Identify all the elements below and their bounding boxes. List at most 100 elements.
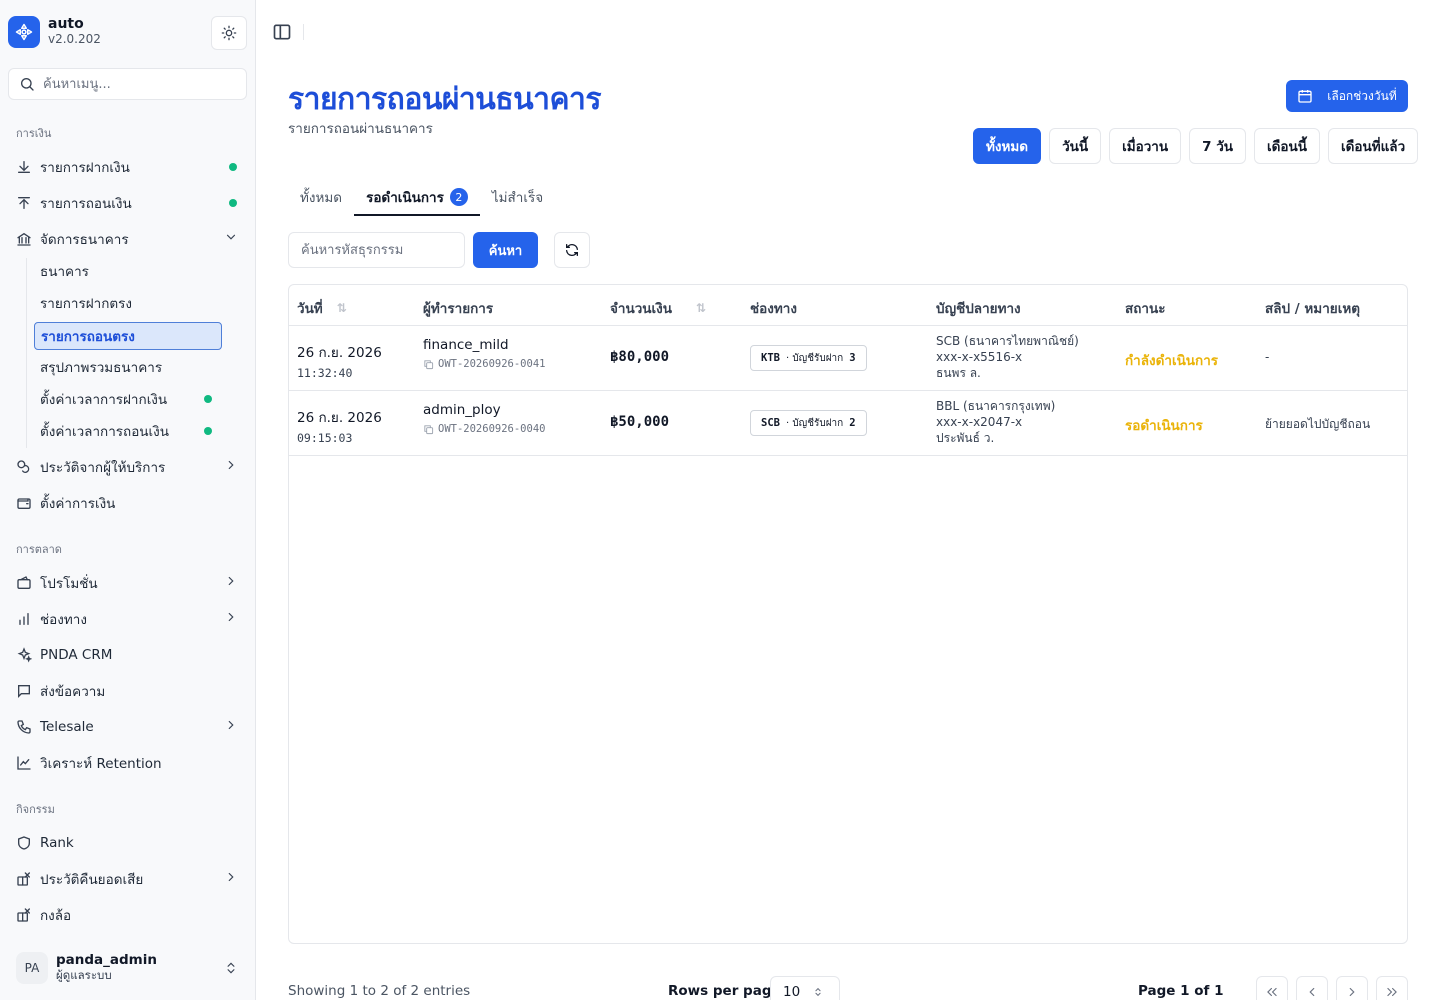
chevrons-left-icon: [1267, 987, 1277, 997]
column-destination: บัญชีปลายทาง: [936, 301, 1021, 317]
row-ref-text: OWT-20260926-0041: [438, 358, 546, 370]
row-time: 09:15:03: [297, 431, 353, 445]
sun-icon: [221, 25, 237, 41]
online-status-dot: [229, 199, 237, 207]
row-amount: ฿50,000: [610, 414, 670, 430]
sidebar-item-cashback-history[interactable]: ประวัติคืนยอดเสีย: [8, 863, 248, 895]
filter-all-button[interactable]: ทั้งหมด: [973, 128, 1042, 164]
row-maker: finance_mild: [423, 337, 509, 353]
tab-failed[interactable]: ไม่สำเร็จ: [480, 180, 555, 214]
menu-search[interactable]: [8, 68, 247, 100]
sidebar-item-label: ช่องทาง: [40, 612, 87, 628]
tab-all[interactable]: ทั้งหมด: [288, 180, 354, 214]
next-page-button[interactable]: [1336, 976, 1368, 1000]
theme-toggle-button[interactable]: [211, 16, 247, 50]
last-page-button[interactable]: [1376, 976, 1408, 1000]
filter-last-month-button[interactable]: เดือนที่แล้ว: [1327, 128, 1419, 164]
app-logo-icon: [8, 16, 40, 48]
dest-account: xxx-x-x2047-x: [936, 415, 1023, 429]
channel-bank: KTB: [761, 352, 780, 364]
sidebar-subitem-deposit-time-settings[interactable]: ตั้งค่าเวลาการฝากเงิน: [34, 385, 222, 413]
sidebar-subitem-direct-deposits[interactable]: รายการฝากตรง: [34, 289, 222, 317]
sort-icon: ⇅: [336, 301, 347, 315]
column-note: สลิป / หมายเหตุ: [1265, 301, 1360, 317]
filter-today-button[interactable]: วันนี้: [1049, 128, 1102, 164]
sidebar-item-pnda-crm[interactable]: PNDA CRM: [8, 639, 248, 671]
sidebar-subitem-banks[interactable]: ธนาคาร: [34, 257, 222, 285]
wallet-icon: [16, 495, 32, 511]
filter-this-month-button[interactable]: เดือนนี้: [1254, 128, 1320, 164]
sidebar-item-deposits[interactable]: รายการฝากเงิน: [8, 151, 248, 183]
app-version: v2.0.202: [48, 32, 101, 46]
column-label: วันที่: [297, 301, 323, 317]
prev-page-button[interactable]: [1296, 976, 1328, 1000]
download-icon: [16, 159, 32, 175]
filter-7days-button[interactable]: 7 วัน: [1189, 128, 1247, 164]
status-badge: กำลังดำเนินการ: [1125, 353, 1219, 369]
row-date: 26 ก.ย. 2026: [297, 345, 382, 361]
chevron-left-icon: [1309, 987, 1315, 997]
refresh-button[interactable]: [554, 232, 590, 268]
sidebar-item-messages[interactable]: ส่งข้อความ: [8, 675, 248, 707]
sidebar-item-finance-settings[interactable]: ตั้งค่าการเงิน: [8, 487, 248, 519]
page-title: รายการถอนผ่านธนาคาร: [288, 82, 601, 117]
sidebar-item-channels[interactable]: ช่องทาง: [8, 603, 248, 635]
tab-pending[interactable]: รอดำเนินการ 2: [354, 180, 480, 216]
sidebar-item-wheel[interactable]: กงล้อ: [8, 899, 248, 931]
column-status: สถานะ: [1125, 301, 1166, 317]
sidebar-toggle-button[interactable]: [272, 22, 292, 42]
search-button[interactable]: ค้นหา: [473, 232, 538, 268]
sidebar-item-label: ตั้งค่าการเงิน: [40, 496, 116, 512]
phone-icon: [16, 719, 32, 735]
date-range-button[interactable]: เลือกช่วงวันที่: [1286, 80, 1408, 112]
column-date[interactable]: วันที่ ⇅: [297, 297, 347, 319]
status-tabs: ทั้งหมด รอดำเนินการ 2 ไม่สำเร็จ: [288, 180, 555, 216]
sidebar-item-provider-history[interactable]: ประวัติจากผู้ให้บริการ: [8, 451, 248, 483]
panel-left-icon: [273, 24, 291, 40]
sidebar-subitem-direct-withdrawals[interactable]: รายการถอนตรง: [34, 322, 222, 350]
row-maker: admin_ploy: [423, 402, 501, 418]
calendar-icon: [1297, 88, 1313, 104]
sidebar-item-retention[interactable]: วิเคราะห์ Retention: [8, 747, 248, 779]
sidebar-item-label: Telesale: [40, 719, 94, 735]
column-channel: ช่องทาง: [750, 301, 797, 317]
row-note: ย้ายยอดไปบัญชีถอน: [1265, 417, 1371, 431]
column-amount[interactable]: จำนวนเงิน ⇅: [610, 297, 706, 319]
menu-search-input[interactable]: [43, 76, 233, 92]
table-row[interactable]: 26 ก.ย. 2026 11:32:40 finance_mild OWT-2…: [289, 326, 1407, 391]
first-page-button[interactable]: [1256, 976, 1288, 1000]
date-range-label: เลือกช่วงวันที่: [1327, 88, 1397, 103]
sidebar-item-label: กงล้อ: [40, 908, 72, 924]
tab-label: ไม่สำเร็จ: [491, 190, 544, 206]
brand[interactable]: auto v2.0.202: [8, 16, 101, 48]
sidebar-item-rank[interactable]: Rank: [8, 827, 248, 859]
user-menu[interactable]: PA panda_admin ผู้ดูแลระบบ: [16, 948, 248, 988]
chevron-right-icon: [224, 718, 238, 736]
sidebar-subitem-withdraw-time-settings[interactable]: ตั้งค่าเวลาการถอนเงิน: [34, 417, 222, 445]
row-ref[interactable]: OWT-20260926-0041: [423, 358, 545, 370]
online-status-dot: [204, 395, 212, 403]
filter-yesterday-button[interactable]: เมื่อวาน: [1109, 128, 1182, 164]
rows-per-page-value: 10: [783, 984, 801, 1000]
sidebar-item-withdrawals[interactable]: รายการถอนเงิน: [8, 187, 248, 219]
search-icon: [21, 78, 34, 91]
row-ref[interactable]: OWT-20260926-0040: [423, 423, 545, 435]
sidebar-item-bank-management[interactable]: จัดการธนาคาร: [8, 223, 248, 255]
sidebar-item-label: วิเคราะห์ Retention: [40, 756, 162, 772]
rows-per-page-select[interactable]: 10: [770, 976, 840, 1000]
sidebar-item-label: PNDA CRM: [40, 647, 113, 663]
dest-name: ธนพร ล.: [936, 366, 981, 380]
sidebar-item-promotions[interactable]: โปรโมชั่น: [8, 567, 248, 599]
channel-bank: SCB: [761, 417, 780, 429]
transaction-search-input[interactable]: [288, 232, 465, 268]
chevrons-right-icon: [1387, 987, 1397, 997]
row-date: 26 ก.ย. 2026: [297, 410, 382, 426]
chevron-right-icon: [224, 458, 238, 476]
sidebar-item-label: รายการฝากเงิน: [40, 160, 130, 176]
sidebar-subitem-bank-overview[interactable]: สรุปภาพรวมธนาคาร: [34, 353, 222, 381]
sidebar-item-telesale[interactable]: Telesale: [8, 711, 248, 743]
bar-chart-icon: [16, 611, 32, 627]
table-row[interactable]: 26 ก.ย. 2026 09:15:03 admin_ploy OWT-202…: [289, 391, 1407, 456]
message-icon: [16, 683, 32, 699]
row-ref-text: OWT-20260926-0040: [438, 423, 546, 435]
